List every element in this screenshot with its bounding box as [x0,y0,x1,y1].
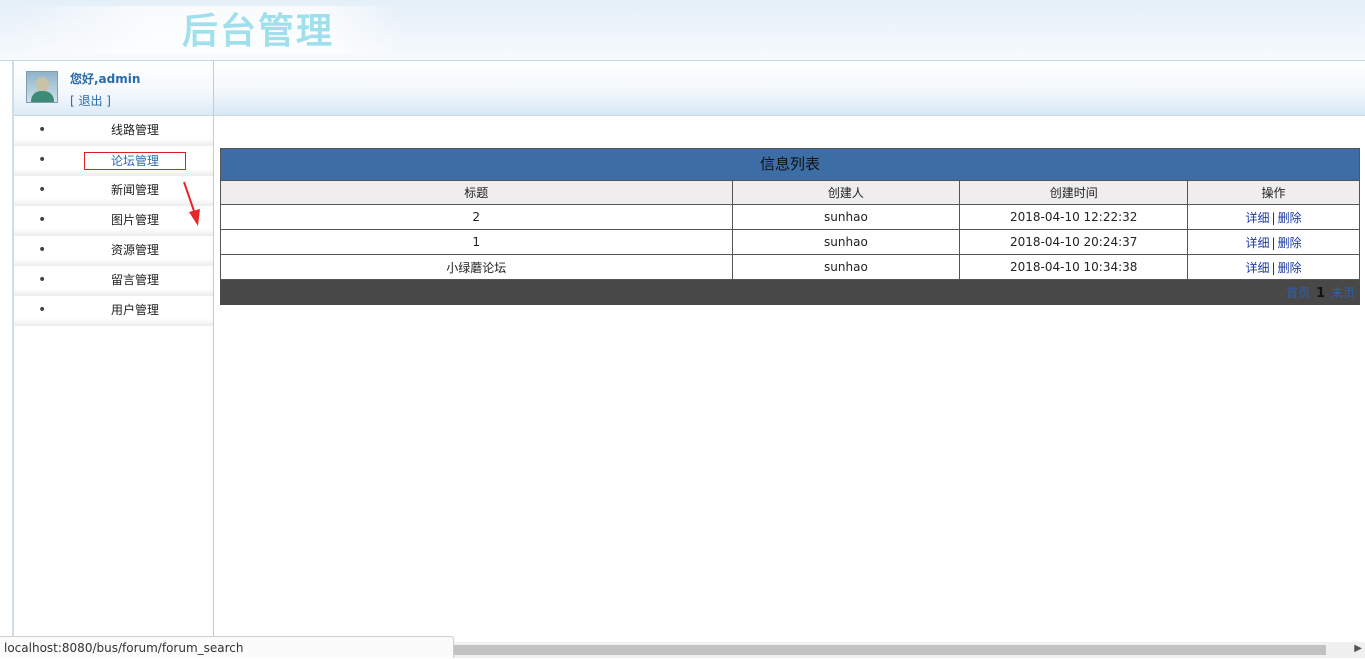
detail-link[interactable]: 详细 [1246,211,1270,225]
last-page-link[interactable]: 末页 [1331,286,1355,300]
column-header-title: 标题 [220,180,733,205]
sidebar-item-route[interactable]: • 线路管理 [14,116,213,146]
bullet-icon: • [38,182,47,198]
sidebar-item-label[interactable]: 留言管理 [84,272,186,290]
greeting-text: 您好,admin [70,72,141,86]
sidebar: 您好,admin [ 退出 ] • 线路管理 • 论坛管理 • 新闻管理 • 图… [14,61,214,641]
cell-title: 2 [220,204,733,230]
table-title: 信息列表 [220,148,1360,181]
column-header-actions: 操作 [1187,180,1360,205]
sidebar-item-label[interactable]: 线路管理 [84,122,186,140]
sidebar-item-label[interactable]: 用户管理 [84,302,186,320]
main-content: 信息列表 标题 创建人 创建时间 操作 2 sunhao 2018-04-10 … [214,61,1365,641]
table-row: 2 sunhao 2018-04-10 12:22:32 详细 | 删除 [220,204,1360,230]
table-row: 小绿蘑论坛 sunhao 2018-04-10 10:34:38 详细 | 删除 [220,254,1360,280]
cell-actions: 详细 | 删除 [1187,254,1360,280]
cell-created: 2018-04-10 20:24:37 [959,229,1189,255]
sidebar-item-forum[interactable]: • 论坛管理 [14,146,213,176]
first-page-link[interactable]: 首页 [1286,286,1310,300]
cell-created: 2018-04-10 12:22:32 [959,204,1189,230]
table-header-row: 标题 创建人 创建时间 操作 [220,180,1360,205]
separator: | [1271,260,1276,275]
bullet-icon: • [38,272,47,288]
banner-title: 后台管理 [182,10,335,52]
scrollbar-thumb[interactable] [454,645,1326,655]
current-page-number: 1 [1316,285,1326,301]
cell-title: 1 [220,229,733,255]
detail-link[interactable]: 详细 [1246,236,1270,250]
bullet-icon: • [38,122,47,138]
scroll-right-icon[interactable]: ▶ [1354,643,1362,654]
sidebar-item-messages[interactable]: • 留言管理 [14,266,213,296]
main-header [214,61,1365,116]
logout-link[interactable]: [ 退出 ] [70,92,111,109]
pager-row: 首页 1 末页 [220,279,1360,305]
banner: 后台管理 [0,0,1365,61]
user-avatar-icon [26,71,58,103]
sidebar-item-label[interactable]: 论坛管理 [84,152,186,170]
column-header-created: 创建时间 [959,180,1189,205]
delete-link[interactable]: 删除 [1278,261,1302,275]
sidebar-item-resources[interactable]: • 资源管理 [14,236,213,266]
user-box: 您好,admin [ 退出 ] [14,61,213,116]
status-bar-url: localhost:8080/bus/forum/forum_search [0,636,454,658]
horizontal-scrollbar[interactable]: ▶ [454,642,1365,658]
pager: 首页 1 末页 [220,279,1360,305]
delete-link[interactable]: 删除 [1278,236,1302,250]
bullet-icon: • [38,212,47,228]
separator: | [1271,235,1276,250]
cell-created: 2018-04-10 10:34:38 [959,254,1189,280]
sidebar-item-label[interactable]: 资源管理 [84,242,186,260]
cell-actions: 详细 | 删除 [1187,204,1360,230]
column-header-creator: 创建人 [731,180,961,205]
cell-actions: 详细 | 删除 [1187,229,1360,255]
info-list-table: 信息列表 标题 创建人 创建时间 操作 2 sunhao 2018-04-10 … [220,148,1360,305]
bullet-icon: • [38,242,47,258]
bullet-icon: • [38,302,47,318]
delete-link[interactable]: 删除 [1278,211,1302,225]
sidebar-item-users[interactable]: • 用户管理 [14,296,213,326]
cell-title: 小绿蘑论坛 [220,254,733,280]
detail-link[interactable]: 详细 [1246,261,1270,275]
sidebar-item-label[interactable]: 新闻管理 [84,182,186,200]
cell-creator: sunhao [731,204,961,230]
app-frame: 您好,admin [ 退出 ] • 线路管理 • 论坛管理 • 新闻管理 • 图… [12,61,1365,641]
annotation-arrow-icon [183,181,200,226]
table-row: 1 sunhao 2018-04-10 20:24:37 详细 | 删除 [220,229,1360,255]
separator: | [1271,210,1276,225]
cell-creator: sunhao [731,254,961,280]
sidebar-item-label[interactable]: 图片管理 [84,212,186,230]
cell-creator: sunhao [731,229,961,255]
bullet-icon: • [38,152,47,168]
